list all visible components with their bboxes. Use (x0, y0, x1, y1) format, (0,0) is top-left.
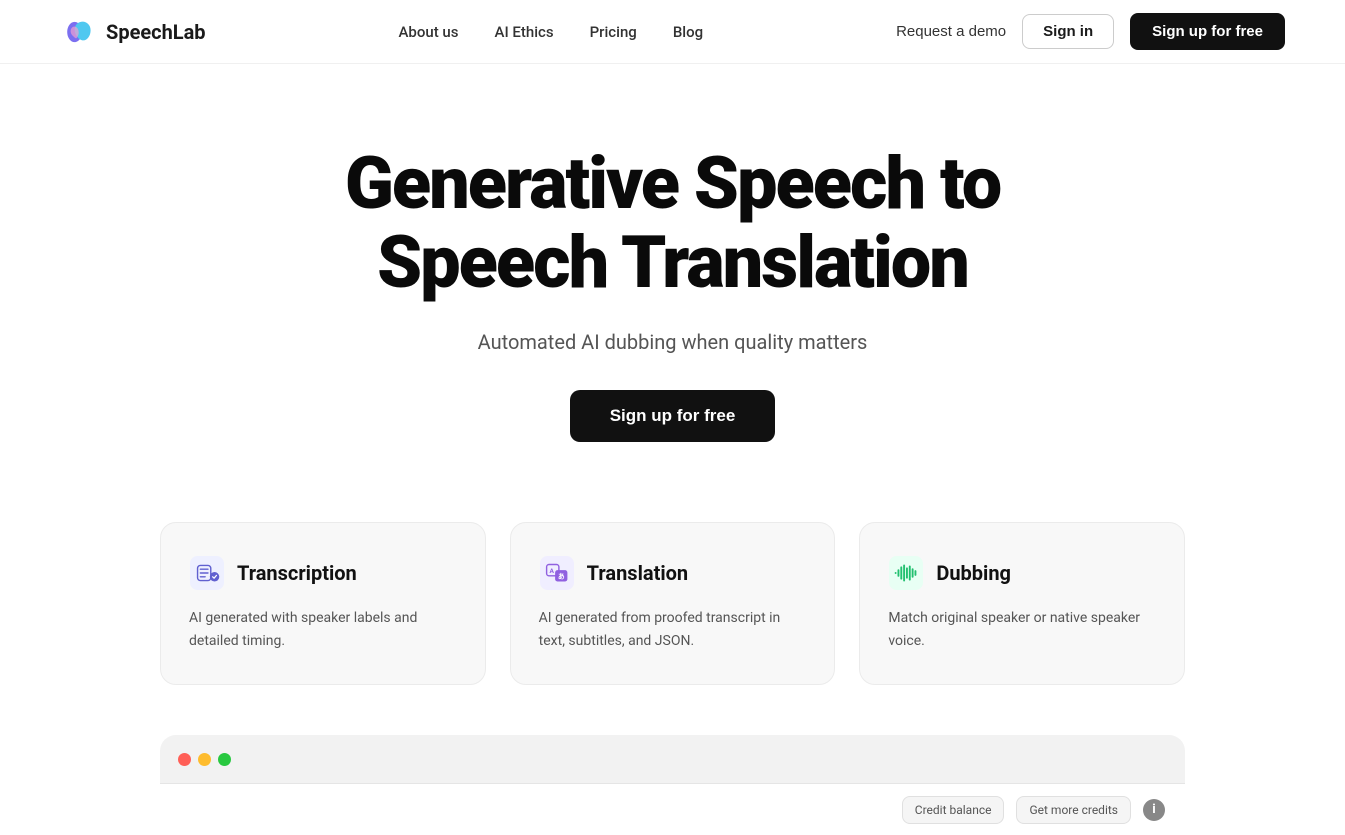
window-dot-green (218, 753, 231, 766)
hero-subtitle: Automated AI dubbing when quality matter… (478, 330, 868, 354)
feature-card-header: Dubbing (888, 555, 1156, 591)
hero-heading-line1: Generative Speech to (345, 141, 1000, 226)
transcription-desc: AI generated with speaker labels and det… (189, 607, 457, 652)
transcription-title: Transcription (237, 561, 357, 585)
main-nav: About us AI Ethics Pricing Blog (398, 23, 703, 41)
translation-icon: A あ (539, 555, 575, 591)
get-credits-label: Get more credits (1029, 803, 1118, 817)
features-section: Transcription AI generated with speaker … (0, 502, 1345, 725)
nav-blog[interactable]: Blog (673, 23, 703, 41)
credit-balance-badge: Credit balance (902, 796, 1005, 824)
signup-nav-button[interactable]: Sign up for free (1130, 13, 1285, 50)
dubbing-title: Dubbing (936, 561, 1011, 585)
translation-desc: AI generated from proofed transcript in … (539, 607, 807, 652)
window-dot-red (178, 753, 191, 766)
nav-ai-ethics[interactable]: AI Ethics (495, 23, 554, 41)
get-credits-badge[interactable]: Get more credits (1016, 796, 1131, 824)
feature-card-dubbing: Dubbing Match original speaker or native… (859, 522, 1185, 685)
info-button[interactable]: i (1143, 799, 1165, 821)
feature-card-header: Transcription (189, 555, 457, 591)
request-demo-button[interactable]: Request a demo (896, 23, 1006, 40)
dubbing-icon (888, 555, 924, 591)
feature-card-translation: A あ Translation AI generated from proofe… (510, 522, 836, 685)
nav-about[interactable]: About us (398, 23, 458, 41)
hero-section: Generative Speech to Speech Translation … (0, 64, 1345, 502)
header-actions: Request a demo Sign in Sign up for free (896, 13, 1285, 50)
app-preview-window: Credit balance Get more credits i (160, 735, 1185, 835)
logo-icon (60, 14, 96, 50)
site-header: SpeechLab About us AI Ethics Pricing Blo… (0, 0, 1345, 64)
translation-title: Translation (587, 561, 688, 585)
logo-link[interactable]: SpeechLab (60, 14, 206, 50)
transcription-icon (189, 555, 225, 591)
app-preview-inner: Credit balance Get more credits i (160, 783, 1185, 835)
svg-text:A: A (549, 567, 554, 575)
feature-card-transcription: Transcription AI generated with speaker … (160, 522, 486, 685)
signup-hero-button[interactable]: Sign up for free (570, 390, 776, 442)
feature-card-header: A あ Translation (539, 555, 807, 591)
hero-heading: Generative Speech to Speech Translation (345, 144, 1000, 302)
hero-heading-line2: Speech Translation (377, 220, 968, 305)
svg-text:あ: あ (558, 572, 565, 581)
window-dot-yellow (198, 753, 211, 766)
logo-text: SpeechLab (106, 20, 206, 44)
nav-pricing[interactable]: Pricing (590, 23, 637, 41)
window-controls (160, 735, 1185, 784)
credit-balance-label: Credit balance (915, 803, 992, 817)
dubbing-desc: Match original speaker or native speaker… (888, 607, 1156, 652)
signin-button[interactable]: Sign in (1022, 14, 1114, 49)
